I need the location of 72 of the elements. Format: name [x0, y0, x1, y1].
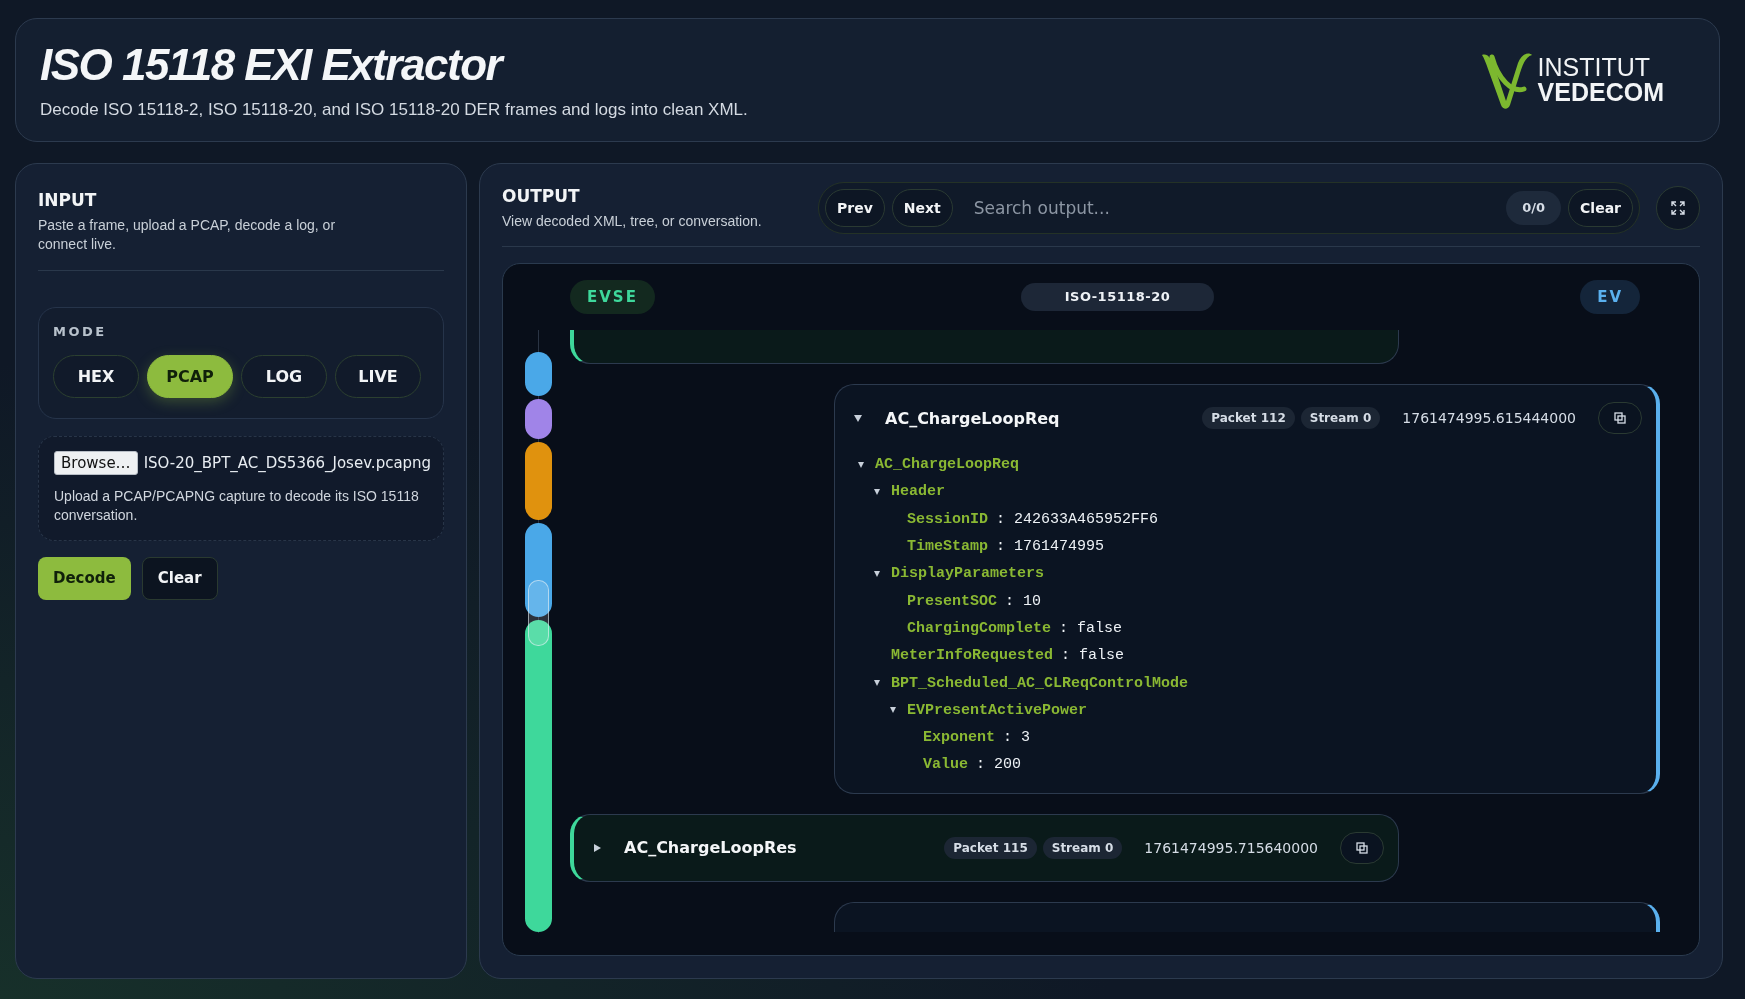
- xml-key: ChargingComplete: [907, 619, 1052, 637]
- app-title: ISO 15118 EXI Extractor: [40, 40, 505, 90]
- copy-icon: [1614, 412, 1626, 424]
- xml-value: : 200: [976, 756, 1022, 774]
- copy-button[interactable]: [1340, 831, 1384, 864]
- ev-label: EV: [1580, 280, 1640, 314]
- match-count: 0/0: [1506, 191, 1562, 225]
- xml-key: AC_ChargeLoopReq: [875, 456, 1020, 474]
- caret-icon[interactable]: [873, 487, 881, 496]
- xml-value: : 3: [1003, 729, 1031, 747]
- app-subtitle: Decode ISO 15118-2, ISO 15118-20, and ISO 15118-20 DER frames and logs into clean XML.: [40, 100, 748, 120]
- clear-button[interactable]: Clear: [141, 556, 218, 600]
- xml-key: MeterInfoRequested: [891, 647, 1054, 665]
- xml-value: : 242633A465952FF6: [996, 510, 1159, 528]
- caret-icon[interactable]: [873, 569, 881, 578]
- xml-key: EVPresentActivePower: [907, 701, 1088, 719]
- mode-toggle[interactable]: LIVE: [335, 354, 421, 398]
- fullscreen-icon: [1671, 201, 1685, 215]
- browse-button[interactable]: Browse…: [54, 450, 138, 475]
- panel-title: OUTPUT: [502, 185, 581, 206]
- packet-tag: Packet 115: [944, 836, 1037, 859]
- xml-value: : false: [1059, 619, 1123, 637]
- mode-toggle[interactable]: HEX: [53, 354, 139, 398]
- panel-title: INPUT: [38, 190, 98, 210]
- caret-icon[interactable]: [889, 706, 897, 715]
- panel-description: View decoded XML, tree, or conversation.: [502, 211, 763, 231]
- caret-icon[interactable]: [857, 460, 865, 469]
- mode-label: MODE: [53, 323, 108, 339]
- xml-key: BPT_Scheduled_AC_CLReqControlMode: [891, 674, 1189, 692]
- caret-icon: [853, 413, 863, 423]
- copy-button[interactable]: [1598, 402, 1642, 434]
- xml-value: : 10: [1005, 592, 1042, 610]
- timeline-thumb[interactable]: [528, 580, 549, 646]
- protocol-badge: ISO-15118-20: [1020, 283, 1215, 311]
- logo-text: INSTITUT: [1537, 55, 1652, 80]
- packet-tag: Packet 112: [1202, 407, 1295, 429]
- message-title: AC_ChargeLoopRes: [624, 838, 798, 858]
- timestamp: 1761474995.615444000: [1402, 410, 1576, 426]
- search-bar[interactable]: Prev Next Search output... 0/0 Clear: [818, 182, 1640, 234]
- timeline-segment[interactable]: [525, 523, 552, 617]
- prev-button[interactable]: Prev: [825, 189, 885, 227]
- caret-icon[interactable]: [873, 679, 881, 687]
- copy-icon: [1356, 841, 1368, 854]
- timeline-segment[interactable]: [525, 352, 552, 396]
- xml-key: Value: [923, 756, 968, 774]
- decode-button[interactable]: Decode: [38, 556, 131, 600]
- xml-value: : 1761474995: [996, 538, 1105, 556]
- xml-key: Exponent: [923, 729, 995, 747]
- file-name: ISO-20_BPT_AC_DS5366_Josev.pcapng: [143, 453, 432, 472]
- xml-key: SessionID: [907, 510, 988, 528]
- xml-key: DisplayParameters: [891, 565, 1045, 583]
- stream-tag: Stream 0: [1042, 836, 1123, 859]
- message-title: AC_ChargeLoopReq: [885, 408, 1061, 428]
- xml-key: Header: [891, 483, 945, 501]
- xml-value: : false: [1061, 647, 1125, 665]
- timestamp: 1761474995.715640000: [1144, 839, 1318, 856]
- mode-toggle[interactable]: PCAP: [147, 354, 233, 398]
- logo-text: VEDECOM: [1537, 80, 1664, 105]
- mode-toggle[interactable]: LOG: [241, 354, 327, 398]
- stream-tag: Stream 0: [1300, 407, 1381, 429]
- search-field[interactable]: Search output...: [959, 197, 1500, 219]
- caret-icon: [592, 842, 602, 853]
- next-button[interactable]: Next: [891, 189, 953, 227]
- panel-description: Paste a frame, upload a PCAP, decode a log, or connect live.: [38, 216, 337, 254]
- xml-key: PresentSOC: [907, 592, 997, 610]
- upload-hint: Upload a PCAP/PCAPNG capture to decode its ISO 15118 conversation.: [54, 486, 420, 526]
- xml-key: TimeStamp: [907, 538, 988, 556]
- timeline-segment[interactable]: [525, 442, 552, 520]
- evse-label: EVSE: [570, 280, 655, 314]
- clear-search-button[interactable]: Clear: [1568, 189, 1633, 227]
- fullscreen-button[interactable]: [1656, 186, 1700, 230]
- timeline-segment[interactable]: [525, 399, 552, 439]
